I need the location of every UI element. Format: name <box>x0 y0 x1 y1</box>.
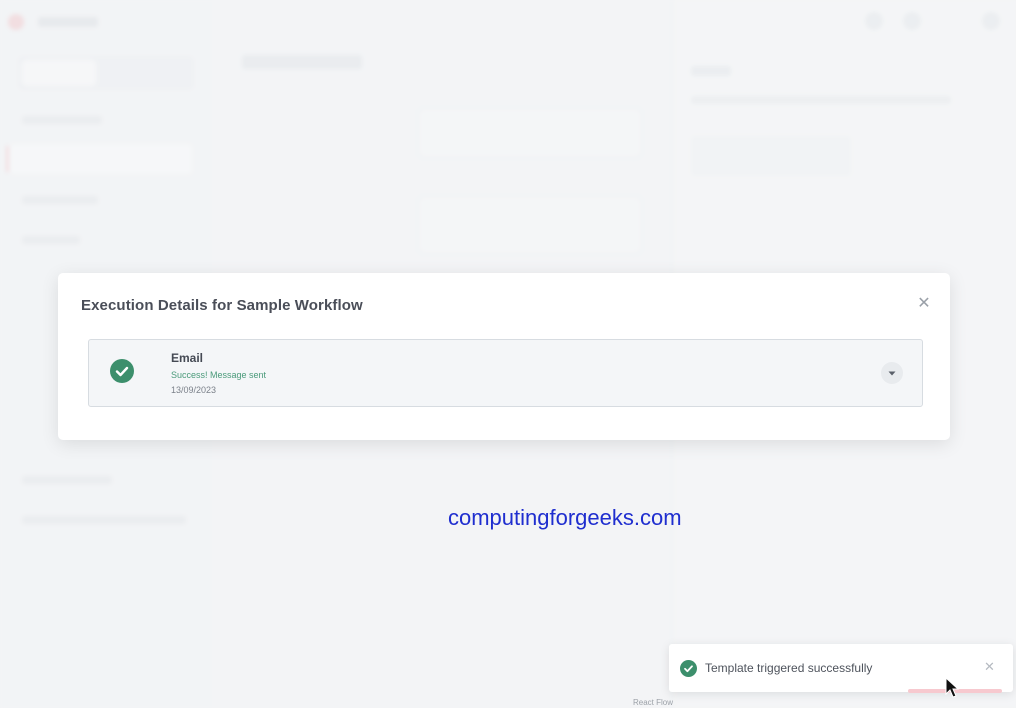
watermark-text: computingforgeeks.com <box>448 505 682 530</box>
step-name: Email <box>171 351 204 365</box>
modal-title: Execution Details for Sample Workflow <box>81 297 363 314</box>
footer-brand: React Flow <box>633 698 674 707</box>
execution-details-modal: Execution Details for Sample Workflow ✕ … <box>58 273 950 440</box>
execution-step-row[interactable]: Email Success! Message sent 13/09/2023 <box>88 339 923 407</box>
check-circle-icon <box>680 660 697 677</box>
step-status: Success! Message sent <box>171 370 267 380</box>
success-toast: Template triggered successfully ✕ <box>669 644 1013 692</box>
toast-message: Template triggered successfully <box>705 661 873 675</box>
check-circle-icon <box>110 359 134 383</box>
close-icon[interactable]: ✕ <box>915 295 933 313</box>
close-icon[interactable]: ✕ <box>984 659 995 675</box>
chevron-down-icon[interactable] <box>881 362 903 384</box>
step-date: 13/09/2023 <box>171 385 217 395</box>
mouse-cursor-icon <box>945 676 960 704</box>
